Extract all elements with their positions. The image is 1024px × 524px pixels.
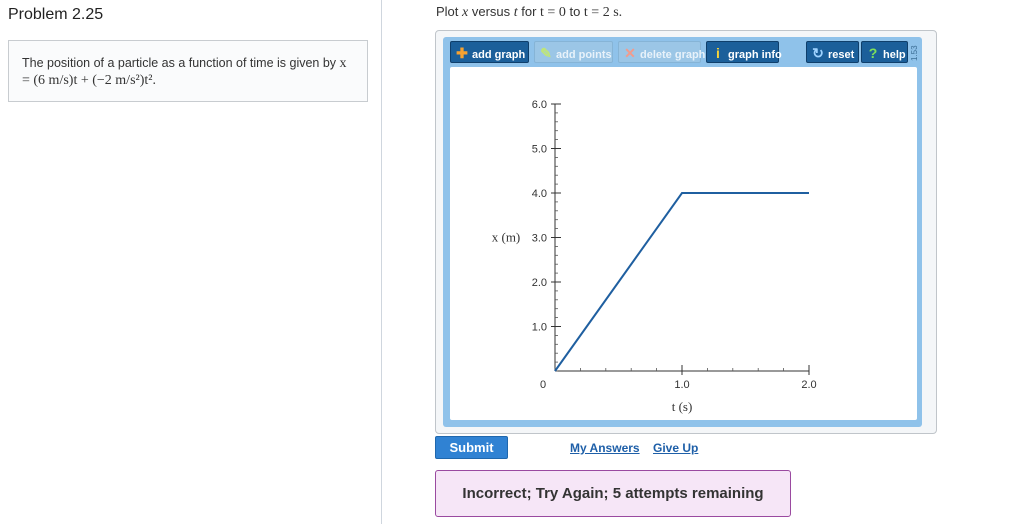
x-tick-label: 1.0 <box>674 379 689 391</box>
y-tick-label: 6.0 <box>532 99 547 111</box>
xt-graph[interactable]: 1.0 2.0 3.0 4.0 5.0 6.0 1.0 2.0 0 x (m) t (s) <box>450 67 917 420</box>
add-graph-label: add graph <box>472 49 526 61</box>
graph-info-button[interactable]: i graph info <box>706 41 782 63</box>
graph-info-label: graph info <box>728 49 782 61</box>
graph-line <box>554 192 809 372</box>
instruction-mid2: for <box>517 4 541 19</box>
y-tick-label: 4.0 <box>532 188 547 200</box>
info-icon: i <box>716 45 720 61</box>
y-tick-label: 3.0 <box>532 233 547 245</box>
help-button[interactable]: ? help <box>861 41 908 63</box>
delete-graph-button[interactable]: ✕ delete graph <box>618 41 705 63</box>
x-tick-label: 2.0 <box>801 379 816 391</box>
instruction-mid1: versus <box>468 4 514 19</box>
problem-pane: Problem 2.25 The position of a particle … <box>0 0 382 524</box>
pencil-icon: ✎ <box>540 45 552 61</box>
instruction-end: t = 2 s. <box>583 5 623 20</box>
part-instruction: Plot x versus t for t = 0 to t = 2 s. <box>436 4 622 21</box>
question-icon: ? <box>868 45 878 61</box>
graph-toolbar: ✚ add graph ✎ add points ✕ delete graph i gr… <box>449 41 919 63</box>
instruction-start: t = 0 <box>540 5 566 20</box>
y-axis-title: x (m) <box>492 230 521 245</box>
add-points-label: add points <box>556 49 612 61</box>
problem-statement: The position of a particle as a function… <box>8 40 368 102</box>
y-tick-label: 2.0 <box>532 277 547 289</box>
add-graph-button[interactable]: ✚ add graph <box>450 41 529 63</box>
reset-label: reset <box>828 49 855 61</box>
y-tick-label: 1.0 <box>532 322 547 334</box>
submit-button[interactable]: Submit <box>435 436 508 459</box>
y-tick-label: 5.0 <box>532 144 547 156</box>
reset-icon: ↻ <box>812 45 824 61</box>
delete-graph-label: delete graph <box>640 49 706 61</box>
my-answers-link[interactable]: My Answers <box>570 441 640 455</box>
give-up-link[interactable]: Give Up <box>653 441 698 455</box>
origin-label: 0 <box>540 379 546 391</box>
graph-plot-area[interactable]: 1.0 2.0 3.0 4.0 5.0 6.0 1.0 2.0 0 x (m) t (s) <box>450 67 917 420</box>
reset-button[interactable]: ↻ reset <box>806 41 859 63</box>
feedback-message: Incorrect; Try Again; 5 attempts remaini… <box>435 470 791 517</box>
version-tag: 1.53 <box>910 45 919 61</box>
problem-title: Problem 2.25 <box>8 6 104 23</box>
plus-icon: ✚ <box>456 45 468 61</box>
x-icon: ✕ <box>624 45 636 61</box>
instruction-prefix: Plot <box>436 4 463 19</box>
help-label: help <box>883 49 906 61</box>
statement-text: The position of a particle as a function… <box>22 56 340 70</box>
x-axis-title: t (s) <box>672 399 693 414</box>
add-points-button[interactable]: ✎ add points <box>534 41 613 63</box>
instruction-mid3: to <box>565 4 584 19</box>
